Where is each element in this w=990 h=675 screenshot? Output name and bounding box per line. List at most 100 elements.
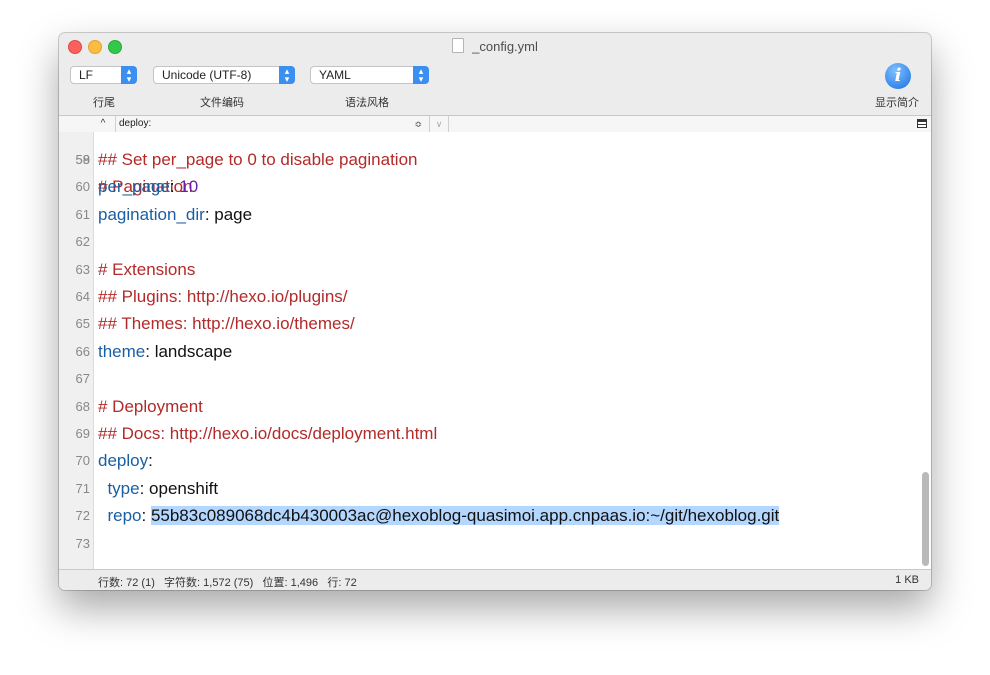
code-line: 61 pagination_dir: page bbox=[59, 201, 917, 228]
code-line: 63 # Extensions bbox=[59, 256, 917, 283]
line-ending-value: LF bbox=[79, 68, 94, 82]
code-line: 62 bbox=[59, 228, 917, 255]
yaml-comment: # Extensions bbox=[98, 259, 196, 279]
navigate-up-button[interactable]: ^ bbox=[95, 116, 111, 132]
code-line: 58 # Pagination bbox=[59, 132, 917, 196]
code-line: 59 ## Set per_page to 0 to disable pagina… bbox=[59, 146, 917, 173]
line-number: 60 bbox=[75, 179, 90, 195]
code-text: ## Themes: http://hexo.io/themes/ bbox=[98, 310, 355, 337]
encoding-label: 文件编码 bbox=[200, 97, 244, 109]
line-number: 67 bbox=[75, 371, 90, 387]
row-label: 行: bbox=[327, 577, 342, 589]
code-text: theme: landscape bbox=[98, 338, 232, 365]
file-size: 1 KB bbox=[895, 574, 919, 586]
syntax-label: 语法风格 bbox=[345, 97, 389, 109]
yaml-value: : openshift bbox=[139, 478, 219, 498]
chevron-updown-icon: ≎ bbox=[414, 119, 422, 129]
yaml-value: : bbox=[148, 451, 153, 471]
yaml-comment: ## Themes: http://hexo.io/themes/ bbox=[98, 314, 355, 334]
code-text: # Deployment bbox=[98, 393, 203, 420]
line-number: 62 bbox=[75, 234, 90, 250]
yaml-comment: ## Docs: http://hexo.io/docs/deployment.… bbox=[98, 424, 438, 443]
code-line: 69 ## Docs: http://hexo.io/docs/deploymen… bbox=[59, 420, 917, 447]
line-number: 71 bbox=[75, 480, 90, 496]
lines-count-label: 行数: bbox=[98, 577, 124, 589]
yaml-key: pagination_dir bbox=[98, 204, 205, 224]
window-title-text: _config.yml bbox=[472, 39, 538, 54]
code-text: ## Plugins: http://hexo.io/plugins/ bbox=[98, 283, 348, 310]
code-line: 60 per_page: 10 bbox=[59, 173, 917, 200]
line-number: 66 bbox=[75, 343, 90, 359]
list-menu-icon[interactable] bbox=[917, 119, 927, 128]
line-number: 61 bbox=[75, 206, 90, 222]
navigate-down-button[interactable]: ∨ bbox=[429, 116, 449, 132]
line-number: 59 bbox=[75, 152, 90, 167]
toolbar: LF ▴ ▾ Unicode (UTF-8) ▴ ▾ YAML ▴ ▾ 行尾 文件编码… bbox=[59, 57, 931, 115]
yaml-value: : bbox=[169, 177, 180, 197]
code-line: 64 ## Plugins: http://hexo.io/plugins/ bbox=[59, 283, 917, 310]
code-text: repo: 55b83c089068dc4b430003ac@hexoblog-… bbox=[98, 502, 780, 529]
line-number: 72 bbox=[75, 508, 90, 524]
yaml-value: 10 bbox=[179, 177, 199, 197]
code-line: 70 deploy: bbox=[59, 447, 917, 474]
code-line: 71 type: openshift bbox=[59, 475, 917, 502]
code-line: 73 bbox=[59, 530, 917, 557]
editor-window: _config.yml LF ▴ ▾ Unicode (UTF-8) ▴ ▾ YAM… bbox=[59, 33, 931, 590]
window-title: _config.yml bbox=[59, 38, 931, 54]
chars-count-label: 字符数: bbox=[164, 577, 201, 589]
yaml-value: : bbox=[141, 506, 151, 526]
chevron-updown-icon: ▴ ▾ bbox=[413, 66, 429, 84]
section-select[interactable]: deploy: ≎ bbox=[115, 116, 428, 132]
line-number: 73 bbox=[75, 535, 90, 551]
info-icon[interactable]: i bbox=[885, 63, 911, 89]
yaml-key: repo bbox=[107, 506, 142, 526]
yaml-value: : landscape bbox=[145, 341, 233, 361]
syntax-value: YAML bbox=[319, 68, 351, 82]
code-text: ## Set per_page to 0 to disable paginati… bbox=[98, 146, 417, 173]
chars-count-value: 1,572 (75) bbox=[203, 577, 254, 589]
yaml-key: deploy bbox=[98, 451, 149, 471]
position-label: 位置: bbox=[262, 577, 288, 589]
code-line: 72 repo: 55b83c089068dc4b430003ac@hexobl… bbox=[59, 502, 917, 529]
yaml-key: theme bbox=[98, 341, 146, 361]
yaml-comment: # Deployment bbox=[98, 396, 203, 416]
code-text: pagination_dir: page bbox=[98, 201, 252, 228]
selected-text: 55b83c089068dc4b430003ac@hexoblog-quasim… bbox=[150, 506, 780, 526]
status-info: 行数: 72 (1) 字符数: 1,572 (75) 位置: 1,496 行: … bbox=[98, 574, 357, 590]
code-line: 67 bbox=[59, 365, 917, 392]
line-ending-select[interactable]: LF ▴ ▾ bbox=[70, 66, 137, 84]
yaml-value: : page bbox=[204, 204, 253, 224]
row-value: 72 bbox=[344, 577, 357, 589]
document-icon bbox=[452, 38, 465, 53]
title-bar[interactable]: _config.yml bbox=[59, 33, 931, 57]
code-line: 66 theme: landscape bbox=[59, 338, 917, 365]
navigation-bar: ^ deploy: ≎ ∨ bbox=[59, 115, 931, 133]
line-number: 65 bbox=[75, 316, 90, 332]
status-bar: 行数: 72 (1) 字符数: 1,572 (75) 位置: 1,496 行: … bbox=[59, 569, 931, 590]
code-text: # Extensions bbox=[98, 256, 195, 283]
line-number: 68 bbox=[75, 398, 90, 414]
code-text: ## Docs: http://hexo.io/docs/deployment.… bbox=[98, 420, 437, 447]
info-label: 显示简介 bbox=[875, 97, 919, 109]
text-editor[interactable]: 58 # Pagination 59 ## Set per_page to 0 t… bbox=[59, 132, 931, 569]
code-text: type: openshift bbox=[98, 475, 218, 502]
code-line: 68 # Deployment bbox=[59, 393, 917, 420]
code-line: 65 ## Themes: http://hexo.io/themes/ bbox=[59, 310, 917, 337]
section-select-value: deploy: bbox=[119, 118, 152, 129]
chevron-updown-icon: ▴ ▾ bbox=[279, 66, 295, 84]
yaml-comment: ## Plugins: http://hexo.io/plugins/ bbox=[98, 287, 348, 306]
line-number: 69 bbox=[75, 426, 90, 441]
line-number: 63 bbox=[75, 261, 90, 277]
line-ending-label: 行尾 bbox=[93, 97, 115, 109]
vertical-scrollbar[interactable] bbox=[922, 472, 929, 566]
position-value: 1,496 bbox=[290, 577, 319, 589]
code-text: deploy: bbox=[98, 447, 153, 474]
yaml-comment: ## Set per_page to 0 to disable paginati… bbox=[98, 150, 418, 169]
yaml-key: type bbox=[107, 478, 140, 498]
syntax-select[interactable]: YAML ▴ ▾ bbox=[310, 66, 429, 84]
code-text: per_page: 10 bbox=[98, 173, 198, 200]
line-number: 64 bbox=[75, 289, 90, 304]
yaml-key: per_page bbox=[98, 177, 170, 197]
encoding-value: Unicode (UTF-8) bbox=[162, 68, 252, 82]
encoding-select[interactable]: Unicode (UTF-8) ▴ ▾ bbox=[153, 66, 295, 84]
